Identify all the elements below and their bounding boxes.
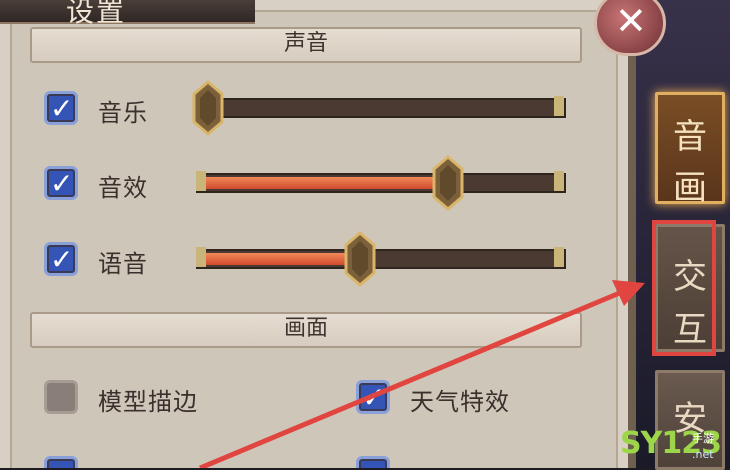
watermark-line1: 手游: [692, 432, 714, 445]
music-label: 音乐: [98, 99, 148, 127]
checkmark-icon: ✓: [362, 381, 386, 414]
slider-fill: [200, 177, 440, 189]
section-header-sound: 声音: [30, 27, 582, 63]
sfx-label: 音效: [98, 174, 148, 202]
section-header-graphics: 画面: [30, 312, 582, 348]
slider-end-cap: [196, 247, 206, 267]
watermark-line2: .net: [692, 448, 714, 461]
slider-thumb[interactable]: [344, 231, 376, 287]
sfx-checkbox[interactable]: ✓: [44, 166, 78, 200]
settings-panel: 设置 声音 ✓ 音乐 ✓ 音效 ✓ 语音 画面 模型描边 ✓ 天气特效: [0, 0, 636, 468]
tab-audio-visual[interactable]: 音 画: [655, 92, 725, 208]
slider-thumb[interactable]: [432, 155, 464, 211]
slider-end-cap: [554, 171, 564, 191]
title-plate: 设置: [0, 0, 255, 28]
model-outline-label: 模型描边: [98, 388, 198, 416]
section-label-sound: 声音: [283, 31, 328, 56]
slider-end-cap: [554, 247, 564, 267]
slider-fill: [200, 253, 350, 265]
slider-track: [196, 173, 566, 193]
section-label-graphics: 画面: [283, 316, 328, 341]
music-checkbox[interactable]: ✓: [44, 91, 78, 125]
voice-slider[interactable]: [196, 231, 574, 287]
close-icon: ✕: [615, 0, 647, 43]
voice-label: 语音: [98, 250, 148, 278]
tab-label: 音: [673, 117, 707, 157]
highlight-box: [652, 220, 716, 356]
slider-end-cap: [554, 96, 564, 116]
page-title: 设置: [66, 0, 127, 28]
voice-checkbox[interactable]: ✓: [44, 242, 78, 276]
checkmark-icon: ✓: [50, 167, 74, 200]
checkmark-icon: ✓: [50, 243, 74, 276]
slider-track: [196, 98, 566, 118]
slider-track: [196, 249, 566, 269]
sfx-slider[interactable]: [196, 155, 574, 211]
music-slider[interactable]: [192, 80, 574, 136]
slider-thumb[interactable]: [192, 80, 224, 136]
model-outline-checkbox[interactable]: [44, 380, 78, 414]
weather-effects-checkbox[interactable]: ✓: [356, 380, 390, 414]
slider-end-cap: [196, 171, 206, 191]
weather-effects-label: 天气特效: [410, 388, 510, 416]
tab-label: 画: [673, 168, 707, 208]
option-checkbox[interactable]: [44, 456, 78, 468]
option-checkbox[interactable]: [356, 456, 390, 468]
checkmark-icon: ✓: [50, 92, 74, 125]
